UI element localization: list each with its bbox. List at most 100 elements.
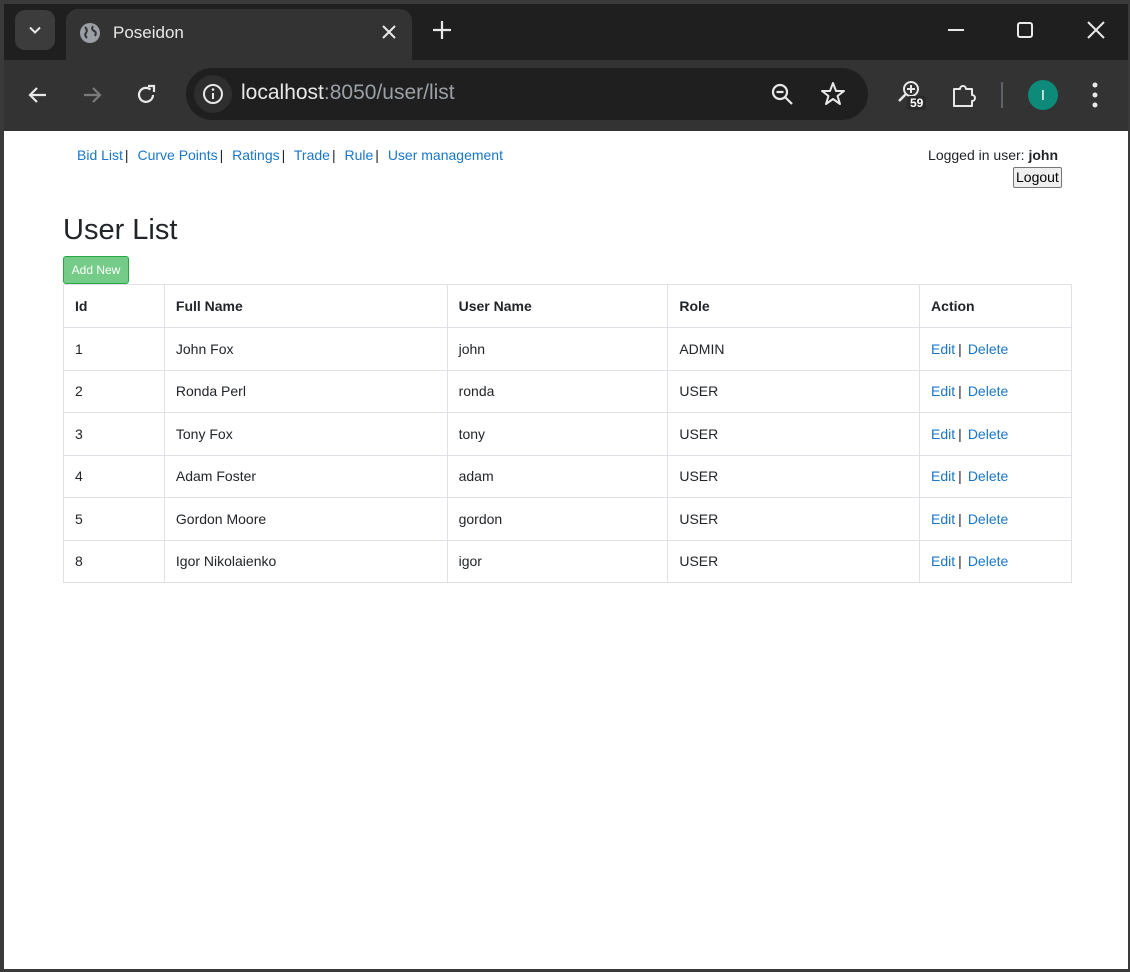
nav-separator: | <box>124 147 129 163</box>
table-row: 3 Tony Fox tony USER Edit | Delete <box>63 412 1072 456</box>
edit-link[interactable]: Edit <box>931 341 955 357</box>
nav-link-curve-points[interactable]: Curve Points <box>137 147 217 163</box>
back-arrow-icon[interactable] <box>26 83 50 107</box>
table-header-row: Id Full Name User Name Role Action <box>63 284 1072 328</box>
extensions-puzzle-icon[interactable] <box>950 81 978 109</box>
action-separator: | <box>958 340 962 357</box>
cell-username: john <box>446 327 669 371</box>
nav-link-user-management[interactable]: User management <box>388 147 503 163</box>
cell-full-name: John Fox <box>163 327 448 371</box>
bookmark-star-icon[interactable] <box>820 81 846 107</box>
nav-link-rule[interactable]: Rule <box>344 147 373 163</box>
browser-tab[interactable]: Poseidon <box>66 9 412 60</box>
cell-role: USER <box>667 539 921 583</box>
cell-full-name: Ronda Perl <box>163 369 448 413</box>
cell-actions: Edit | Delete <box>919 412 1072 456</box>
table-row: 1 John Fox john ADMIN Edit | Delete <box>63 327 1072 371</box>
browser-toolbar: localhost:8050/user/list 59 I <box>4 60 1128 131</box>
nav-separator: | <box>331 147 336 163</box>
cell-role: USER <box>667 497 921 541</box>
zoom-out-icon[interactable] <box>770 82 794 106</box>
nav-separator: | <box>281 147 286 163</box>
delete-link[interactable]: Delete <box>968 383 1008 399</box>
window-close-icon[interactable] <box>1086 20 1106 40</box>
cell-full-name: Adam Foster <box>163 454 448 498</box>
action-separator: | <box>958 468 962 485</box>
cell-username: igor <box>446 539 669 583</box>
cell-role: USER <box>667 412 921 456</box>
kebab-menu-icon[interactable] <box>1090 81 1100 109</box>
globe-icon <box>80 23 100 43</box>
edit-link[interactable]: Edit <box>931 383 955 399</box>
forward-arrow-icon[interactable] <box>80 83 104 107</box>
cell-username: gordon <box>446 497 669 541</box>
logged-in-user-info: Logged in user: john <box>928 147 1058 163</box>
tab-title: Poseidon <box>113 23 184 42</box>
extension-badge-count: 59 <box>907 96 927 110</box>
cell-id: 5 <box>63 497 165 541</box>
edit-link[interactable]: Edit <box>931 468 955 484</box>
table-row: 8 Igor Nikolaienko igor USER Edit | Delete <box>63 539 1072 583</box>
table-row: 5 Gordon Moore gordon USER Edit | Delete <box>63 497 1072 541</box>
add-new-button[interactable]: Add New <box>63 256 129 284</box>
edit-link[interactable]: Edit <box>931 553 955 569</box>
cell-id: 1 <box>63 327 165 371</box>
action-separator: | <box>958 425 962 442</box>
nav-link-bid-list[interactable]: Bid List <box>77 147 123 163</box>
profile-avatar[interactable]: I <box>1028 80 1058 110</box>
cell-actions: Edit | Delete <box>919 539 1072 583</box>
url-text[interactable]: localhost:8050/user/list <box>241 81 455 105</box>
main-navigation: Bid List | Curve Points | Ratings | Trade | … <box>77 147 503 163</box>
cell-username: adam <box>446 454 669 498</box>
edit-link[interactable]: Edit <box>931 426 955 442</box>
cell-actions: Edit | Delete <box>919 369 1072 413</box>
tab-search-button[interactable] <box>15 10 55 50</box>
address-bar[interactable]: localhost:8050/user/list <box>186 68 868 120</box>
cell-actions: Edit | Delete <box>919 454 1072 498</box>
action-separator: | <box>958 510 962 527</box>
close-icon[interactable] <box>380 23 398 41</box>
browser-tab-bar: Poseidon <box>4 4 1128 60</box>
cell-actions: Edit | Delete <box>919 497 1072 541</box>
action-separator: | <box>958 383 962 400</box>
cell-id: 4 <box>63 454 165 498</box>
cell-actions: Edit | Delete <box>919 327 1072 371</box>
cell-username: tony <box>446 412 669 456</box>
column-header-role: Role <box>667 284 921 328</box>
logout-button[interactable]: Logout <box>1013 167 1062 188</box>
nav-separator: | <box>375 147 379 163</box>
plus-icon[interactable] <box>431 19 453 41</box>
maximize-icon[interactable] <box>1016 21 1034 39</box>
cell-full-name: Igor Nikolaienko <box>163 539 448 583</box>
logged-in-username: john <box>1028 147 1058 163</box>
page-content: Bid List | Curve Points | Ratings | Trade | … <box>4 131 1128 969</box>
user-table: Id Full Name User Name Role Action 1 Joh… <box>63 284 1072 583</box>
chevron-down-icon <box>29 26 41 34</box>
logged-in-label: Logged in user: <box>928 147 1025 163</box>
cell-full-name: Gordon Moore <box>163 497 448 541</box>
site-info-button[interactable] <box>194 75 232 113</box>
nav-link-trade[interactable]: Trade <box>294 147 330 163</box>
delete-link[interactable]: Delete <box>968 511 1008 527</box>
delete-link[interactable]: Delete <box>968 426 1008 442</box>
cell-role: USER <box>667 369 921 413</box>
cell-role: ADMIN <box>667 327 921 371</box>
table-row: 4 Adam Foster adam USER Edit | Delete <box>63 454 1072 498</box>
nav-separator: | <box>219 147 224 163</box>
url-host: localhost <box>241 81 324 104</box>
delete-link[interactable]: Delete <box>968 553 1008 569</box>
cell-username: ronda <box>446 369 669 413</box>
column-header-user-name: User Name <box>446 284 669 328</box>
column-header-full-name: Full Name <box>163 284 448 328</box>
action-separator: | <box>958 553 962 570</box>
delete-link[interactable]: Delete <box>968 341 1008 357</box>
edit-link[interactable]: Edit <box>931 511 955 527</box>
cell-id: 2 <box>63 369 165 413</box>
delete-link[interactable]: Delete <box>968 468 1008 484</box>
cell-full-name: Tony Fox <box>163 412 448 456</box>
reload-icon[interactable] <box>134 83 158 107</box>
cell-role: USER <box>667 454 921 498</box>
minimize-icon[interactable] <box>946 20 966 40</box>
page-title: User List <box>63 214 178 246</box>
nav-link-ratings[interactable]: Ratings <box>232 147 279 163</box>
